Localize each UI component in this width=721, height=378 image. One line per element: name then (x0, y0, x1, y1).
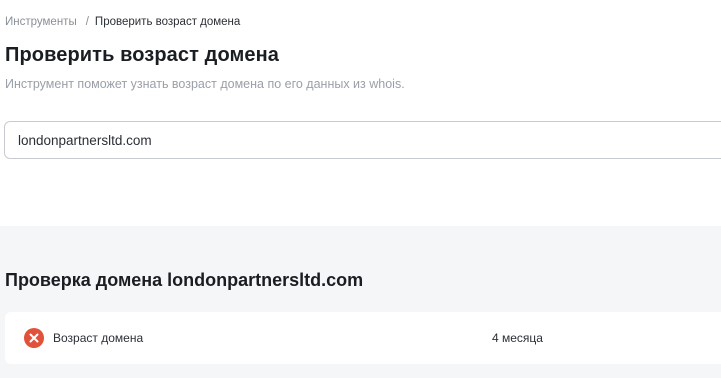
page: Инструменты / Проверить возраст домена Про… (0, 0, 721, 378)
results-title: Проверка домена londonpartnersltd.com (5, 270, 364, 290)
tool-header-section: Инструменты / Проверить возраст домена Про… (0, 0, 721, 226)
result-row-domain-age: Возраст домена 4 месяца (5, 312, 721, 364)
domain-age-label: Возраст домена (53, 331, 144, 345)
breadcrumb: Инструменты / Проверить возраст домена (5, 15, 240, 29)
page-subtitle: Инструмент поможет узнать возраст домена… (5, 77, 405, 91)
results-section: Проверка домена londonpartnersltd.com Во… (0, 226, 721, 378)
breadcrumb-tools-link[interactable]: Инструменты (5, 16, 77, 28)
domain-input[interactable] (4, 121, 721, 159)
breadcrumb-current: Проверить возраст домена (94, 16, 241, 28)
page-title: Проверить возраст домена (5, 44, 280, 66)
error-x-icon (24, 328, 44, 348)
breadcrumb-separator: / (85, 16, 89, 28)
domain-age-value: 4 месяца (492, 331, 543, 345)
